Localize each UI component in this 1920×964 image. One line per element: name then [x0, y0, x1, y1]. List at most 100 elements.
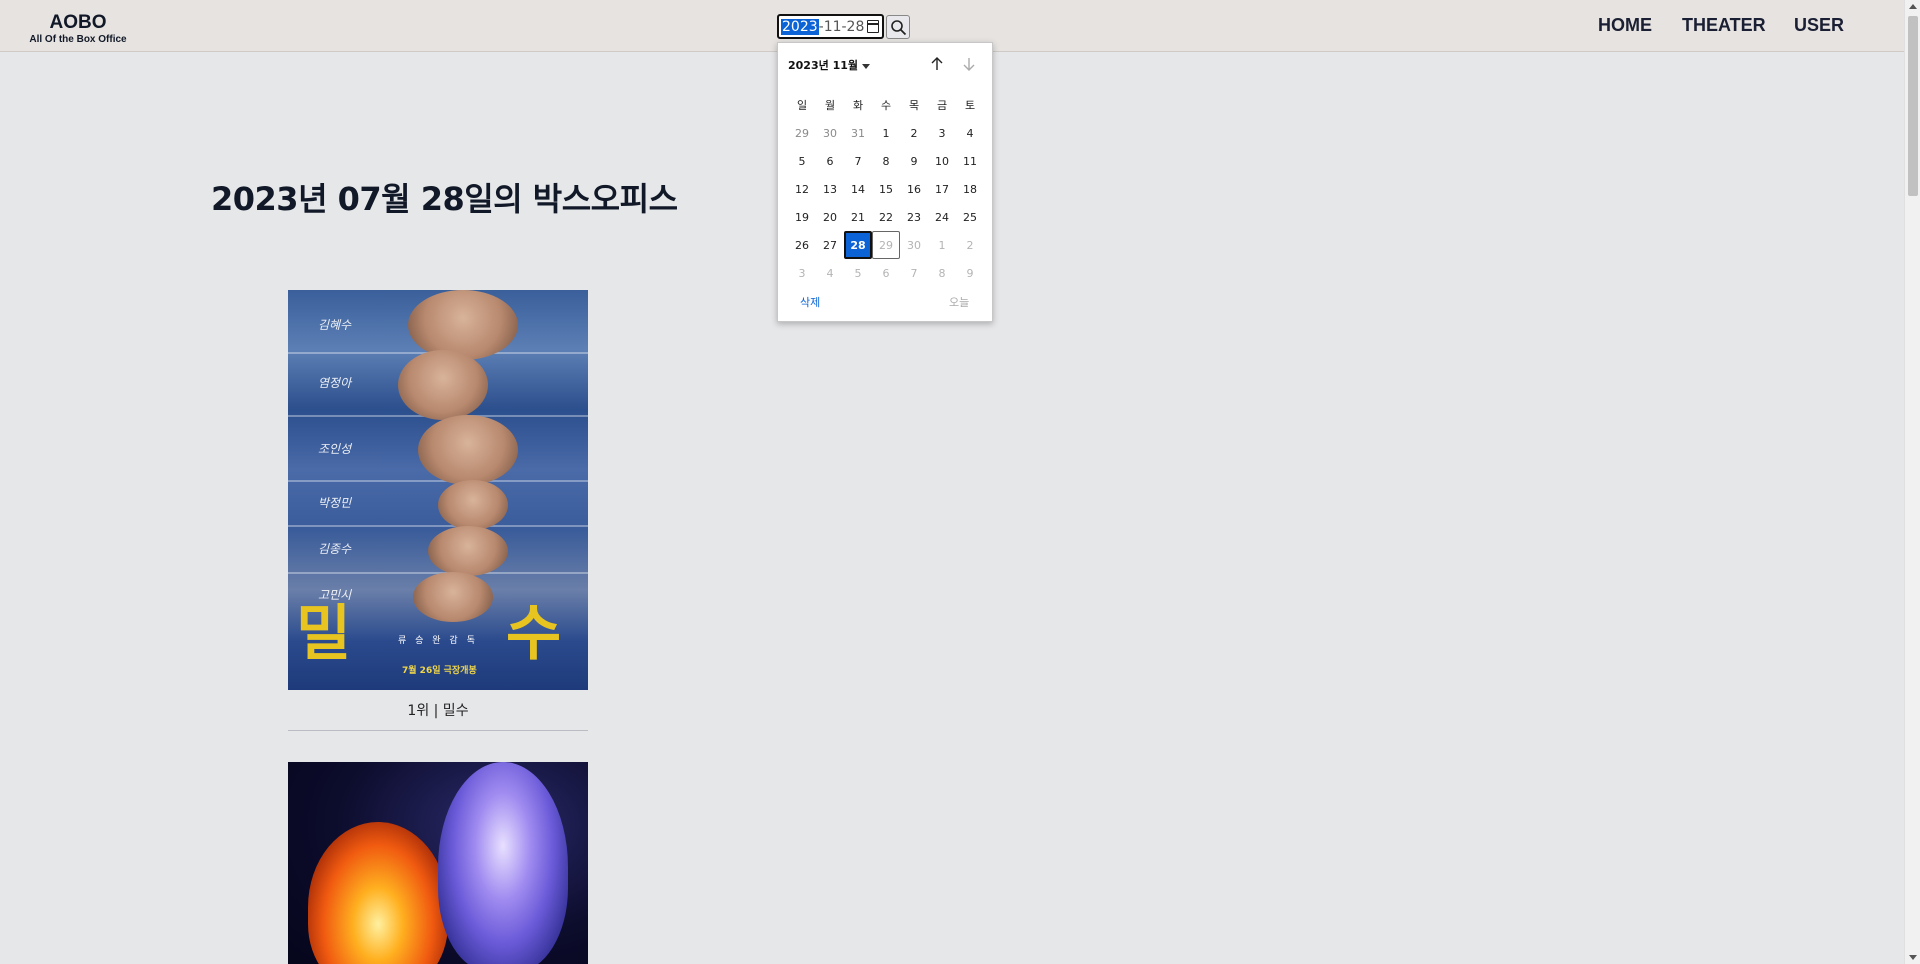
calendar-day[interactable]: 5: [788, 147, 816, 175]
calendar-day[interactable]: 31: [844, 119, 872, 147]
nav-user[interactable]: USER: [1794, 14, 1844, 36]
poster-title-left: 밀: [296, 599, 352, 669]
poster-cast-name: 염정아: [318, 376, 352, 390]
calendar-day[interactable]: 25: [956, 203, 984, 231]
calendar-day[interactable]: 29: [788, 119, 816, 147]
calendar-day[interactable]: 9: [900, 147, 928, 175]
calendar-day[interactable]: 7: [844, 147, 872, 175]
month-label: 2023년 11월: [788, 59, 858, 72]
calendar-day[interactable]: 4: [956, 119, 984, 147]
search-button[interactable]: [886, 15, 910, 39]
site-logo[interactable]: AOBO All Of the Box Office: [18, 12, 138, 46]
calendar-day[interactable]: 30: [816, 119, 844, 147]
movie-poster[interactable]: 김혜수 염정아 조인성 박정민 김종수 고민시 밀 수 류 승 완 감 독 7월…: [288, 290, 588, 690]
nav-home[interactable]: HOME: [1598, 14, 1652, 36]
calendar-day[interactable]: 19: [788, 203, 816, 231]
calendar-day[interactable]: 21: [844, 203, 872, 231]
calendar-day[interactable]: 8: [928, 259, 956, 287]
date-rest-segment[interactable]: -11-28: [819, 19, 865, 35]
calendar-icon[interactable]: [867, 20, 880, 33]
calendar-week: 5 6 7 8 9 10 11: [788, 147, 984, 175]
weekday-label: 목: [908, 99, 920, 112]
calendar-day[interactable]: 17: [928, 175, 956, 203]
calendar-day[interactable]: 16: [900, 175, 928, 203]
poster-release-date: 7월 26일 극장개봉: [402, 666, 477, 676]
poster-cast-name: 김혜수: [318, 318, 352, 332]
calendar-day[interactable]: 30: [900, 231, 928, 259]
search-icon: [891, 20, 907, 36]
weekday-label: 토: [964, 99, 976, 112]
calendar-day[interactable]: 24: [928, 203, 956, 231]
calendar-week: 19 20 21 22 23 24 25: [788, 203, 984, 231]
calendar-day[interactable]: 13: [816, 175, 844, 203]
calendar-day[interactable]: 6: [816, 147, 844, 175]
poster-cast-name: 박정민: [318, 496, 352, 510]
previous-month-arrow-icon[interactable]: [928, 55, 946, 73]
calendar-day[interactable]: 1: [872, 119, 900, 147]
movie-poster[interactable]: [288, 762, 588, 964]
poster-title-right: 수: [506, 599, 562, 669]
calendar-day[interactable]: 15: [872, 175, 900, 203]
calendar-week: 26 27 28 29 30 1 2: [788, 231, 984, 259]
today-button[interactable]: 오늘: [949, 294, 969, 310]
weekday-label: 수: [880, 99, 892, 112]
calendar-day-today[interactable]: 29: [872, 231, 900, 259]
calendar-day[interactable]: 12: [788, 175, 816, 203]
nav-theater[interactable]: THEATER: [1682, 14, 1766, 36]
scroll-down-arrow-icon[interactable]: [1909, 955, 1917, 960]
calendar-day[interactable]: 14: [844, 175, 872, 203]
poster-cast-name: 조인성: [318, 442, 352, 456]
calendar-day[interactable]: 1: [928, 231, 956, 259]
calendar-day[interactable]: 26: [788, 231, 816, 259]
next-month-arrow-icon[interactable]: [960, 55, 978, 73]
calendar-day[interactable]: 11: [956, 147, 984, 175]
calendar-day[interactable]: 8: [872, 147, 900, 175]
calendar-day[interactable]: 3: [788, 259, 816, 287]
poster-face: [438, 480, 508, 530]
calendar-day[interactable]: 22: [872, 203, 900, 231]
calendar-day[interactable]: 23: [900, 203, 928, 231]
poster-director: 류 승 완 감 독: [398, 636, 478, 646]
calendar-day[interactable]: 7: [900, 259, 928, 287]
page-scrollbar[interactable]: [1904, 0, 1920, 964]
poster-face: [413, 572, 493, 622]
month-selector[interactable]: 2023년 11월: [788, 57, 870, 73]
scrollbar-thumb[interactable]: [1908, 16, 1918, 196]
calendar-day[interactable]: 2: [900, 119, 928, 147]
calendar-grid: 일 월 화 수 목 금 토 29 30 31 1 2 3 4 5 6 7 8 9…: [788, 91, 984, 287]
logo-title: AOBO: [49, 12, 107, 33]
dropdown-caret-icon: [862, 63, 870, 69]
calendar-week: 12 13 14 15 16 17 18: [788, 175, 984, 203]
calendar-day[interactable]: 9: [956, 259, 984, 287]
weekday-label: 일: [796, 99, 808, 112]
weekday-label: 금: [936, 99, 948, 112]
poster-face: [408, 290, 518, 360]
weekday-label: 월: [824, 99, 836, 112]
poster-face: [418, 415, 518, 485]
calendar-day[interactable]: 20: [816, 203, 844, 231]
poster-water-character: [438, 762, 568, 964]
calendar-day[interactable]: 18: [956, 175, 984, 203]
calendar-day[interactable]: 2: [956, 231, 984, 259]
date-input[interactable]: 2023 -11-28: [777, 14, 884, 39]
scroll-up-arrow-icon[interactable]: [1909, 4, 1917, 9]
logo-subtitle: All Of the Box Office: [29, 34, 127, 45]
weekday-label: 화: [852, 99, 864, 112]
calendar-day[interactable]: 4: [816, 259, 844, 287]
movie-rank-caption[interactable]: 1위 | 밀수: [288, 700, 588, 731]
calendar-day[interactable]: 27: [816, 231, 844, 259]
date-year-segment[interactable]: 2023: [781, 18, 819, 35]
calendar-day[interactable]: 10: [928, 147, 956, 175]
poster-cast-name: 김종수: [318, 542, 352, 556]
poster-face: [398, 350, 488, 420]
poster-divider: [288, 525, 588, 527]
calendar-day[interactable]: 5: [844, 259, 872, 287]
poster-face: [428, 526, 508, 576]
clear-date-button[interactable]: 삭제: [800, 294, 820, 310]
calendar-day[interactable]: 3: [928, 119, 956, 147]
calendar-day[interactable]: 6: [872, 259, 900, 287]
calendar-day-selected[interactable]: 28: [844, 231, 872, 259]
poster-divider: [288, 480, 588, 482]
calendar-week: 29 30 31 1 2 3 4: [788, 119, 984, 147]
calendar-week: 3 4 5 6 7 8 9: [788, 259, 984, 287]
